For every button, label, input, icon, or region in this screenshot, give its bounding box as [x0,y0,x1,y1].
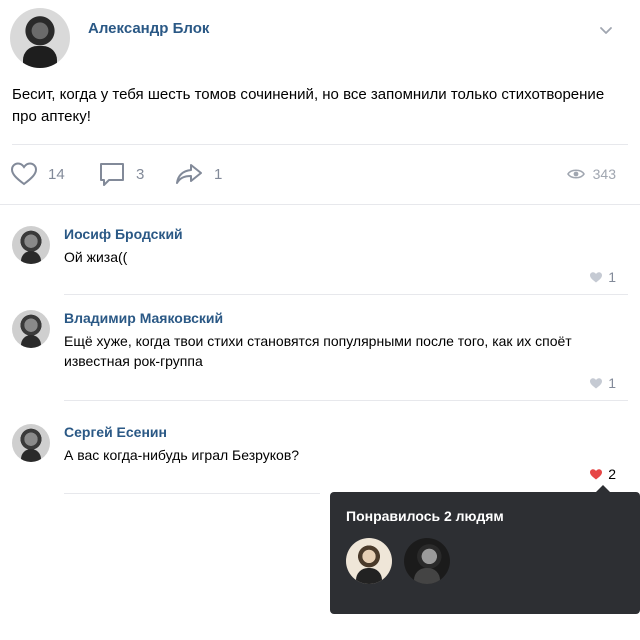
heart-icon [590,377,603,388]
liker-avatar[interactable] [346,538,392,584]
views-counter: 343 [566,158,616,190]
divider [64,400,628,401]
comment-item: Иосиф Бродский Ой жиза(( 1 [12,226,618,288]
liker-avatar[interactable] [404,538,450,584]
author-name[interactable]: Александр Блок [88,20,209,37]
author-avatar[interactable] [10,8,70,68]
divider [64,493,320,494]
comment-avatar[interactable] [12,310,50,348]
views-count: 343 [592,166,616,182]
comment-item: Владимир Маяковский Ещё хуже, когда твои… [12,310,618,394]
divider [12,144,628,145]
tooltip-title[interactable]: Понравилось 2 людям [346,508,504,524]
post-text: Бесит, когда у тебя шесть томов сочинени… [12,86,605,125]
comment-icon [100,163,124,186]
comment-like-count: 2 [608,466,616,482]
comment-text: Ой жиза(( [64,249,128,265]
divider [64,294,628,295]
post-actions: 14 3 1 343 [10,158,630,190]
tooltip-arrow [596,485,610,492]
comment-author[interactable]: Иосиф Бродский [64,226,183,242]
eye-icon [566,169,585,179]
likes-tooltip: Понравилось 2 людям [330,492,640,614]
comment-text: А вас когда-нибудь играл Безруков? [64,447,300,463]
comment-text: Ещё хуже, когда твои стихи становятся по… [64,333,572,369]
heart-icon [590,468,603,479]
comment-like-button[interactable]: 1 [589,269,616,285]
share-count: 1 [214,165,223,183]
comment-like-count: 1 [608,375,616,391]
like-count: 14 [48,165,65,183]
comment-item: Сергей Есенин А вас когда-нибудь играл Б… [12,424,618,486]
comment-avatar[interactable] [12,424,50,462]
heart-icon [590,271,603,282]
comment-author[interactable]: Сергей Есенин [64,424,167,440]
comment-button[interactable]: 3 [98,158,144,190]
share-icon [176,164,202,184]
comment-like-button[interactable]: 1 [589,375,616,391]
divider [0,204,640,205]
comment-like-count: 1 [608,269,616,285]
share-button[interactable]: 1 [174,158,222,190]
heart-icon [10,162,38,186]
chevron-down-icon[interactable] [598,22,614,38]
like-button[interactable]: 14 [10,158,65,190]
comment-like-button[interactable]: 2 [589,466,616,482]
comment-count: 3 [136,165,145,183]
comment-avatar[interactable] [12,226,50,264]
comment-author[interactable]: Владимир Маяковский [64,310,223,326]
post-header: Александр Блок [10,8,630,72]
